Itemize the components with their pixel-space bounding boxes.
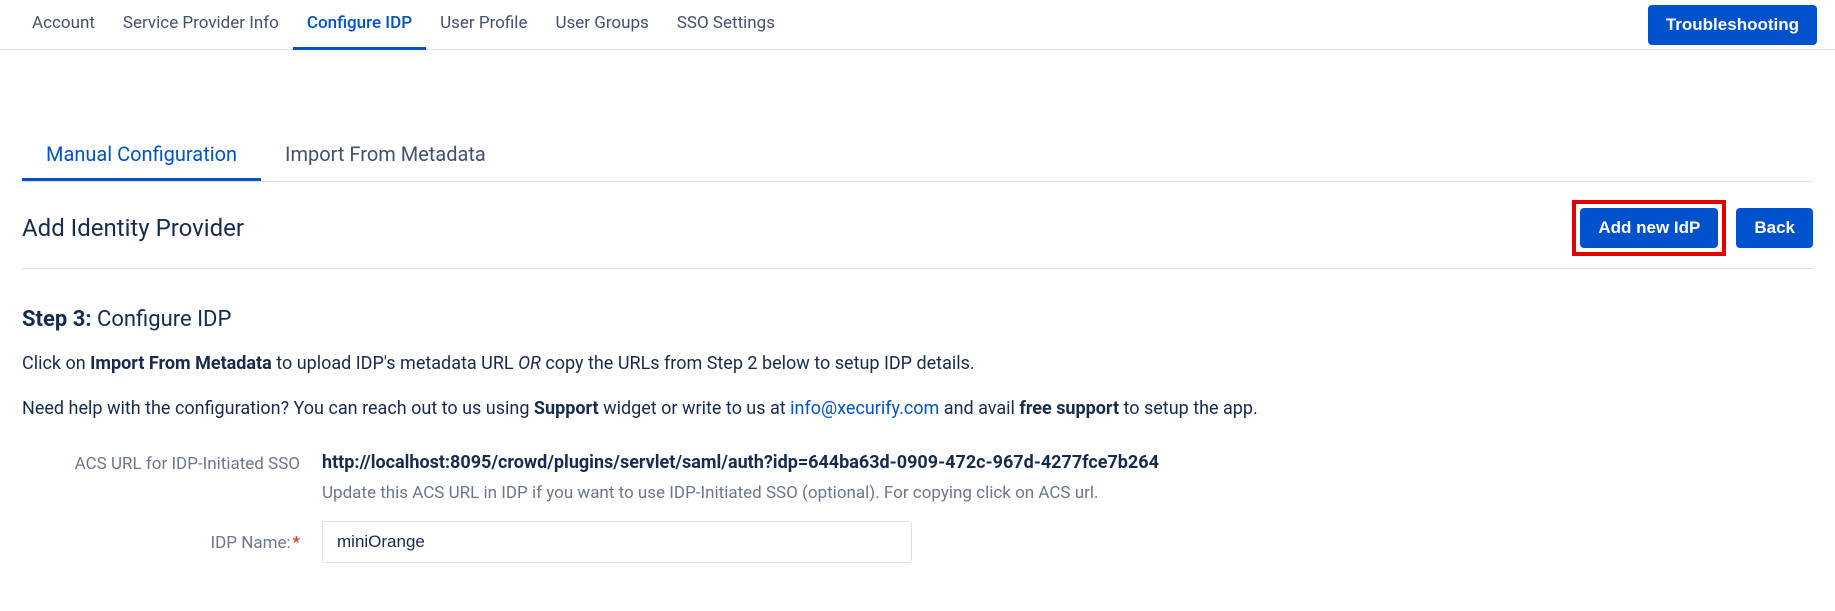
- back-button[interactable]: Back: [1736, 208, 1813, 248]
- troubleshooting-button[interactable]: Troubleshooting: [1648, 5, 1817, 45]
- subtab-manual-configuration[interactable]: Manual Configuration: [22, 130, 261, 181]
- instruction-para-2: Need help with the configuration? You ca…: [22, 395, 1813, 422]
- top-nav-tabs: Account Service Provider Info Configure …: [18, 0, 789, 50]
- tab-user-profile[interactable]: User Profile: [426, 0, 541, 50]
- step-text: Configure IDP: [92, 307, 232, 332]
- tab-sso-settings[interactable]: SSO Settings: [663, 0, 789, 50]
- main-content: Manual Configuration Import From Metadat…: [0, 50, 1835, 611]
- idp-name-row: IDP Name:*: [22, 521, 1813, 563]
- idp-name-value-block: [322, 521, 1813, 563]
- required-asterisk: *: [293, 533, 300, 553]
- acs-url-help: Update this ACS URL in IDP if you want t…: [322, 483, 1813, 503]
- sub-tabs: Manual Configuration Import From Metadat…: [22, 130, 1813, 182]
- instruction-para-1: Click on Import From Metadata to upload …: [22, 350, 1813, 377]
- highlight-box: Add new IdP: [1572, 200, 1726, 256]
- form-area: ACS URL for IDP-Initiated SSO http://loc…: [22, 452, 1813, 563]
- step-heading: Step 3: Configure IDP: [22, 307, 1813, 332]
- acs-url-row: ACS URL for IDP-Initiated SSO http://loc…: [22, 452, 1813, 503]
- tab-user-groups[interactable]: User Groups: [541, 0, 662, 50]
- heading-actions: Add new IdP Back: [1572, 200, 1813, 256]
- top-nav: Account Service Provider Info Configure …: [0, 0, 1835, 50]
- add-new-idp-button[interactable]: Add new IdP: [1580, 208, 1718, 248]
- page-title: Add Identity Provider: [22, 214, 244, 242]
- idp-name-label: IDP Name:*: [22, 521, 322, 553]
- acs-url-value-block: http://localhost:8095/crowd/plugins/serv…: [322, 452, 1813, 503]
- tab-account[interactable]: Account: [18, 0, 109, 50]
- acs-url-label: ACS URL for IDP-Initiated SSO: [22, 452, 322, 474]
- subtab-import-from-metadata[interactable]: Import From Metadata: [261, 130, 510, 181]
- step-prefix: Step 3:: [22, 307, 92, 332]
- idp-name-input[interactable]: [322, 521, 912, 563]
- acs-url-value[interactable]: http://localhost:8095/crowd/plugins/serv…: [322, 452, 1813, 473]
- support-email-link[interactable]: info@xecurify.com: [790, 398, 939, 419]
- heading-row: Add Identity Provider Add new IdP Back: [22, 182, 1813, 269]
- tab-service-provider-info[interactable]: Service Provider Info: [109, 0, 293, 50]
- tab-configure-idp[interactable]: Configure IDP: [293, 0, 426, 50]
